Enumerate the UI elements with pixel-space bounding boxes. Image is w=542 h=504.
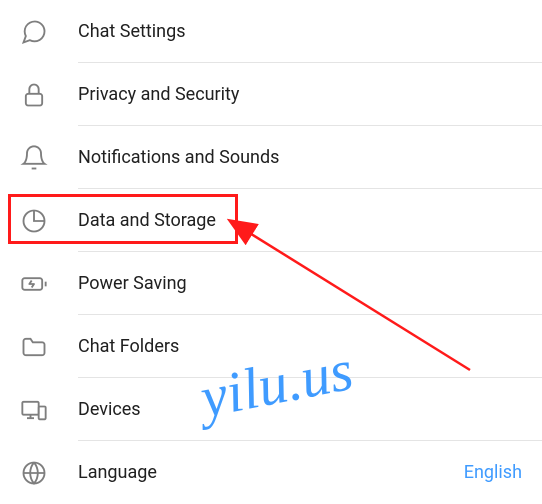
settings-item-label: Devices <box>78 399 522 420</box>
devices-icon <box>20 396 48 424</box>
settings-item-label: Chat Folders <box>78 336 522 357</box>
bell-icon <box>20 144 48 172</box>
settings-item-label: Power Saving <box>78 273 522 294</box>
settings-item-value: English <box>464 462 522 483</box>
settings-item-language[interactable]: Language English <box>0 441 542 504</box>
settings-item-label: Notifications and Sounds <box>78 147 522 168</box>
chat-icon <box>20 18 48 46</box>
settings-list: Chat Settings Privacy and Security Notif… <box>0 0 542 504</box>
settings-item-chat-folders[interactable]: Chat Folders <box>0 315 542 378</box>
settings-item-power-saving[interactable]: Power Saving <box>0 252 542 315</box>
folder-icon <box>20 333 48 361</box>
settings-item-label: Language <box>78 462 464 483</box>
battery-icon <box>20 270 48 298</box>
settings-item-label: Chat Settings <box>78 21 522 42</box>
settings-item-label: Privacy and Security <box>78 84 522 105</box>
settings-item-devices[interactable]: Devices <box>0 378 542 441</box>
settings-item-privacy[interactable]: Privacy and Security <box>0 63 542 126</box>
settings-item-data-storage[interactable]: Data and Storage <box>0 189 542 252</box>
chart-pie-icon <box>20 207 48 235</box>
settings-item-notifications[interactable]: Notifications and Sounds <box>0 126 542 189</box>
globe-icon <box>20 459 48 487</box>
lock-icon <box>20 81 48 109</box>
settings-item-label: Data and Storage <box>78 210 522 231</box>
settings-item-chat-settings[interactable]: Chat Settings <box>0 0 542 63</box>
